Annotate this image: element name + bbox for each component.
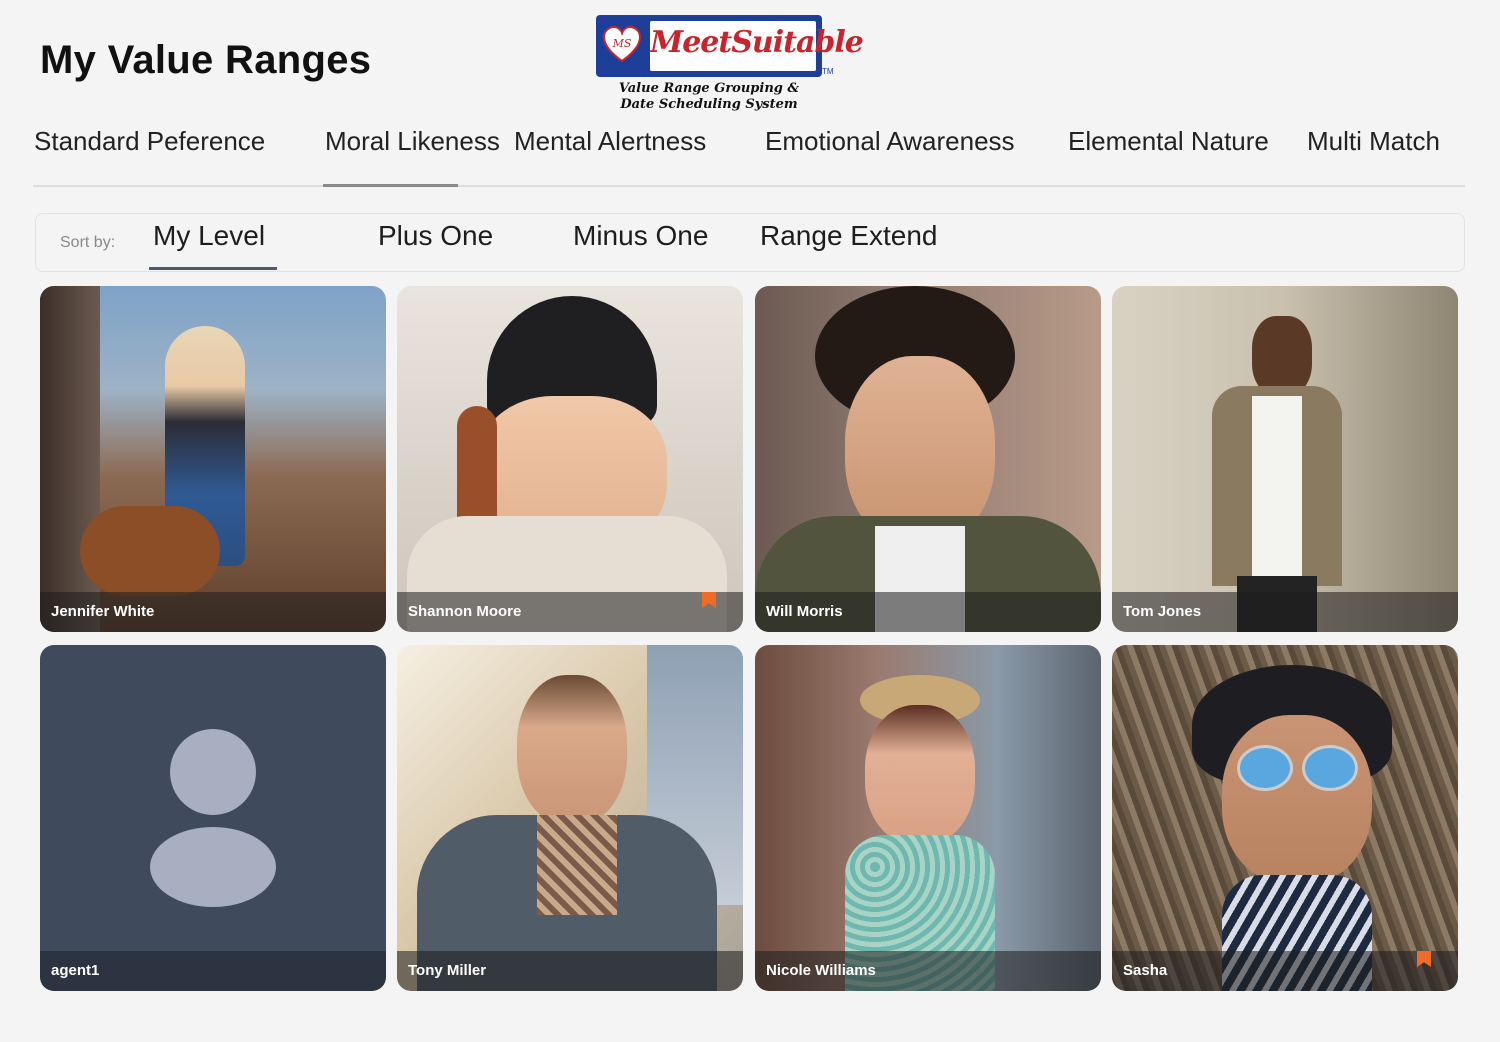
user-avatar-icon bbox=[150, 729, 276, 907]
profile-caption: agent1 bbox=[40, 951, 386, 991]
sort-my-level[interactable]: My Level bbox=[153, 220, 265, 252]
profile-photo bbox=[397, 645, 743, 991]
tab-mental-alertness[interactable]: Mental Alertness bbox=[514, 126, 706, 157]
profile-name: Sasha bbox=[1123, 962, 1168, 979]
profile-card-sasha[interactable]: Sasha bbox=[1112, 645, 1458, 991]
tabs-divider bbox=[33, 185, 1465, 187]
profile-card-nicole-williams[interactable]: Nicole Williams bbox=[755, 645, 1101, 991]
profile-photo bbox=[40, 286, 386, 632]
sort-minus-one[interactable]: Minus One bbox=[573, 220, 708, 252]
profile-name: Tom Jones bbox=[1123, 603, 1202, 620]
page-title: My Value Ranges bbox=[40, 38, 372, 82]
value-range-tabs: Standard Peference Moral Likeness Mental… bbox=[0, 120, 1500, 190]
logo-heart-text: MS bbox=[612, 37, 632, 50]
logo-tagline-line1: Value Range Grouping & bbox=[618, 81, 800, 96]
logo-wordmark-frame: MeetSuitable bbox=[650, 21, 864, 71]
profile-name: Nicole Williams bbox=[766, 962, 876, 979]
profile-card-will-morris[interactable]: Will Morris bbox=[755, 286, 1101, 632]
profile-photo bbox=[1112, 645, 1458, 991]
profile-card-tony-miller[interactable]: Tony Miller bbox=[397, 645, 743, 991]
profile-card-tom-jones[interactable]: Tom Jones bbox=[1112, 286, 1458, 632]
profile-photo bbox=[397, 286, 743, 632]
heart-icon: MS bbox=[602, 25, 642, 63]
profile-caption: Tom Jones bbox=[1112, 592, 1458, 632]
logo-tagline: Value Range Grouping & Date Scheduling S… bbox=[596, 81, 822, 113]
sort-label: Sort by: bbox=[60, 234, 116, 251]
profile-name: Jennifer White bbox=[51, 603, 155, 620]
logo-brand: MeetSuitable bbox=[650, 25, 864, 60]
active-tab-indicator bbox=[323, 184, 458, 187]
profile-caption: Jennifer White bbox=[40, 592, 386, 632]
active-sort-indicator bbox=[149, 267, 277, 270]
placeholder-avatar-background bbox=[40, 645, 386, 991]
profile-name: Will Morris bbox=[766, 603, 843, 620]
profile-photo bbox=[1112, 286, 1458, 632]
profile-caption: Sasha bbox=[1112, 951, 1458, 991]
tab-moral-likeness[interactable]: Moral Likeness bbox=[325, 126, 500, 157]
profile-caption: Shannon Moore bbox=[397, 592, 743, 632]
profile-card-agent1[interactable]: agent1 bbox=[40, 645, 386, 991]
profile-card-jennifer-white[interactable]: Jennifer White bbox=[40, 286, 386, 632]
sort-plus-one[interactable]: Plus One bbox=[378, 220, 493, 252]
tab-emotional-awareness[interactable]: Emotional Awareness bbox=[765, 126, 1015, 157]
tab-standard-preference[interactable]: Standard Peference bbox=[34, 126, 265, 157]
profile-caption: Will Morris bbox=[755, 592, 1101, 632]
profile-name: Shannon Moore bbox=[408, 603, 522, 620]
profile-photo bbox=[755, 286, 1101, 632]
profile-caption: Nicole Williams bbox=[755, 951, 1101, 991]
logo-trademark: TM bbox=[822, 67, 834, 76]
tab-multi-match[interactable]: Multi Match bbox=[1307, 126, 1440, 157]
profile-card-shannon-moore[interactable]: Shannon Moore bbox=[397, 286, 743, 632]
profile-caption: Tony Miller bbox=[397, 951, 743, 991]
meetsuitable-logo: MS MeetSuitable TM Value Range Grouping … bbox=[596, 15, 864, 115]
profile-name: agent1 bbox=[51, 962, 100, 979]
logo-tagline-line2: Date Scheduling System bbox=[620, 97, 798, 112]
profile-name: Tony Miller bbox=[408, 962, 487, 979]
profile-photo bbox=[755, 645, 1101, 991]
sort-range-extend[interactable]: Range Extend bbox=[760, 220, 937, 252]
tab-elemental-nature[interactable]: Elemental Nature bbox=[1068, 126, 1269, 157]
